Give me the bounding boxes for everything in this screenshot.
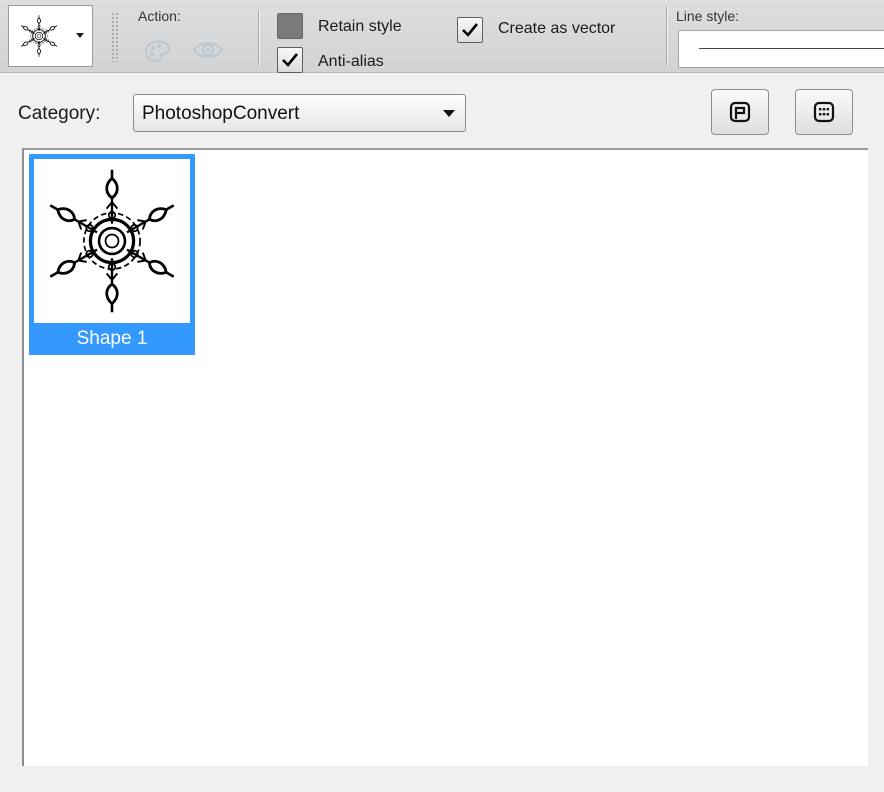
retain-style-label: Retain style: [318, 18, 402, 35]
create-as-vector-checkbox[interactable]: [457, 17, 483, 43]
grid-view-icon: [813, 101, 835, 123]
toolbar-grip[interactable]: [111, 12, 119, 62]
shape-name: Shape 1: [76, 328, 148, 349]
toolbar-divider: [258, 10, 259, 66]
category-selected-value: PhotoshopConvert: [142, 103, 300, 124]
single-view-icon: [729, 101, 751, 123]
shape-tile[interactable]: Shape 1: [29, 154, 195, 355]
line-style-preview: [699, 48, 884, 49]
palette-icon[interactable]: [142, 36, 174, 64]
retain-style-checkbox[interactable]: [277, 13, 303, 39]
snowflake-shape-icon: [34, 159, 190, 323]
toolbar-divider: [666, 6, 667, 66]
snowflake-shape-icon: [15, 14, 63, 58]
chevron-down-icon: [443, 110, 455, 117]
shape-thumbnail: [34, 159, 190, 323]
eye-icon[interactable]: [192, 36, 224, 64]
shape-list[interactable]: Shape 1: [22, 148, 868, 766]
checkmark-icon: [462, 23, 479, 37]
anti-alias-checkbox[interactable]: [277, 47, 303, 73]
chevron-down-icon: [76, 33, 84, 38]
category-dropdown[interactable]: PhotoshopConvert: [133, 94, 466, 132]
shape-picker-dropdown[interactable]: [8, 5, 93, 67]
tool-options-bar: Action: Retain style Anti-alias Create a…: [0, 0, 884, 73]
line-style-label: Line style:: [676, 8, 740, 24]
create-as-vector-label: Create as vector: [498, 20, 616, 37]
category-label: Category:: [18, 103, 101, 124]
single-view-button[interactable]: [711, 89, 769, 135]
grid-view-button[interactable]: [795, 89, 853, 135]
line-style-dropdown[interactable]: [678, 30, 884, 68]
anti-alias-label: Anti-alias: [318, 53, 384, 70]
action-label: Action:: [138, 8, 181, 24]
checkmark-icon: [282, 53, 299, 67]
